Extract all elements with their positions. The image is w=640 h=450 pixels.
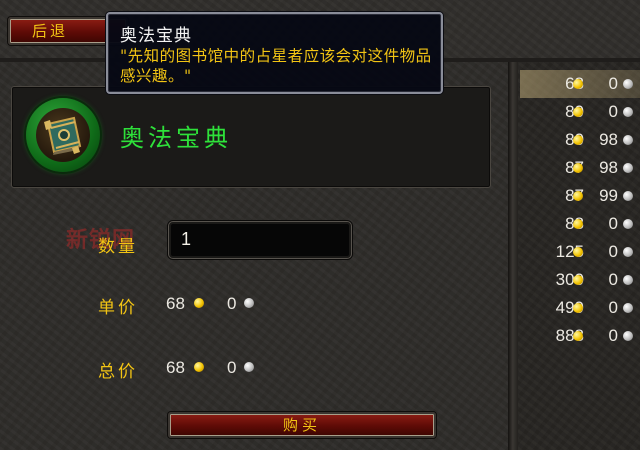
silver-coin-icon: [623, 331, 633, 341]
price-row[interactable]: 300 0: [520, 266, 640, 294]
silver-coin-icon: [623, 303, 633, 313]
gold-coin-icon: [573, 275, 583, 285]
tooltip-title: 奥法宝典: [120, 26, 192, 46]
price-row[interactable]: 888 0: [520, 322, 640, 350]
price-list: 68 0 80 0 80 98 87 98 87 99 88 0 125 0: [520, 70, 640, 350]
price-row[interactable]: 68 0: [520, 70, 640, 98]
total-price-silver: 0: [227, 358, 237, 377]
silver-coin-icon: [623, 247, 633, 257]
price-row[interactable]: 87 98: [520, 154, 640, 182]
gold-coin-icon: [573, 107, 583, 117]
gold-coin-icon: [573, 79, 583, 89]
silver-coin-icon: [623, 163, 633, 173]
item-tooltip: 奥法宝典 "先知的图书馆中的占星者应该会对这件物品感兴趣。": [106, 12, 443, 94]
price-row[interactable]: 499 0: [520, 294, 640, 322]
total-price-label: 总价: [98, 362, 138, 382]
gold-coin-icon: [573, 191, 583, 201]
price-silver: 0: [608, 214, 618, 233]
gold-coin-icon: [573, 331, 583, 341]
price-row[interactable]: 80 98: [520, 126, 640, 154]
tooltip-description: "先知的图书馆中的占星者应该会对这件物品感兴趣。": [120, 47, 432, 85]
price-silver: 99: [599, 186, 618, 205]
quantity-label: 数量: [98, 237, 138, 257]
gold-coin-icon: [573, 303, 583, 313]
buy-button-label: 购买: [282, 416, 321, 434]
tome-icon: [36, 108, 90, 162]
silver-coin-icon: [244, 298, 254, 308]
silver-coin-icon: [623, 191, 633, 201]
buy-button[interactable]: 购买: [168, 412, 436, 438]
silver-coin-icon: [244, 362, 254, 372]
price-row[interactable]: 88 0: [520, 210, 640, 238]
gold-coin-icon: [194, 362, 204, 372]
price-silver: 0: [608, 270, 618, 289]
silver-coin-icon: [623, 275, 633, 285]
quantity-input[interactable]: 1: [168, 221, 352, 259]
price-silver: 98: [599, 158, 618, 177]
price-row[interactable]: 80 0: [520, 98, 640, 126]
gold-coin-icon: [194, 298, 204, 308]
price-row[interactable]: 87 99: [520, 182, 640, 210]
gold-coin-icon: [573, 135, 583, 145]
silver-coin-icon: [623, 135, 633, 145]
gold-coin-icon: [573, 219, 583, 229]
price-silver: 0: [608, 326, 618, 345]
price-row[interactable]: 125 0: [520, 238, 640, 266]
price-silver: 0: [608, 242, 618, 261]
silver-coin-icon: [623, 219, 633, 229]
gold-coin-icon: [573, 163, 583, 173]
price-silver: 0: [608, 102, 618, 121]
silver-coin-icon: [623, 79, 633, 89]
unit-price-gold: 68: [166, 294, 185, 313]
unit-price-silver: 0: [227, 294, 237, 313]
price-silver: 0: [608, 298, 618, 317]
unit-price-label: 单价: [98, 298, 138, 318]
item-name: 奥法宝典: [120, 124, 232, 152]
back-button-label: 后退: [31, 22, 68, 40]
gold-coin-icon: [573, 247, 583, 257]
silver-coin-icon: [623, 107, 633, 117]
price-silver: 0: [608, 74, 618, 93]
price-silver: 98: [599, 130, 618, 149]
total-price-gold: 68: [166, 358, 185, 377]
